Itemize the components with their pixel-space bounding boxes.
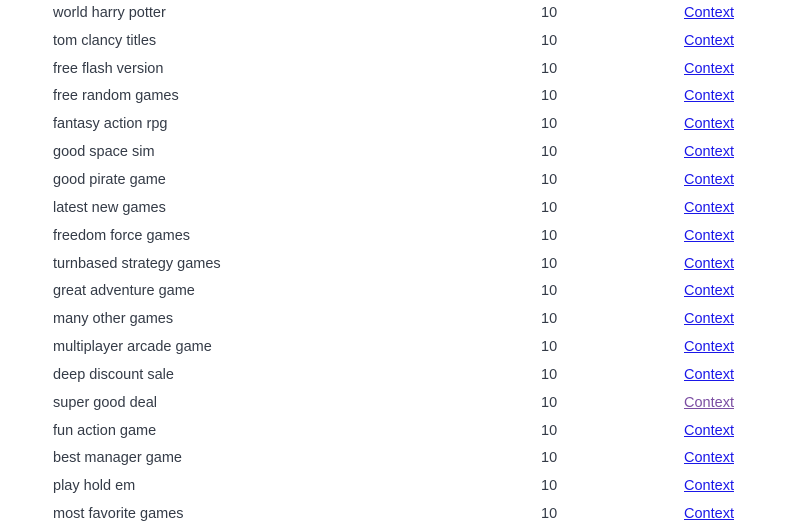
query-term: latest new games	[53, 199, 166, 216]
table-row: world harry potter 10 Context	[0, 0, 800, 28]
table-row: latest new games 10 Context	[0, 195, 800, 223]
query-term: good space sim	[53, 144, 155, 161]
context-link[interactable]: Context	[684, 395, 734, 411]
query-count: 10	[541, 116, 558, 133]
table-row: freedom force games 10 Context	[0, 223, 800, 251]
context-cell: Context	[651, 446, 800, 474]
table-row: deep discount sale 10 Context	[0, 362, 800, 390]
context-cell: Context	[651, 111, 800, 139]
table-row: good pirate game 10 Context	[0, 167, 800, 195]
table-row: most favorite games 10 Context	[0, 501, 800, 529]
query-count: 10	[541, 339, 558, 356]
query-count: 10	[541, 450, 558, 467]
keyword-results-table: world harry potter 10 Context tom clancy ti…	[0, 0, 800, 529]
query-count: 10	[541, 4, 558, 21]
context-cell: Context	[651, 0, 800, 28]
context-link[interactable]: Context	[684, 367, 734, 383]
query-term: multiplayer arcade game	[53, 339, 212, 356]
context-link[interactable]: Context	[684, 5, 734, 21]
query-count: 10	[541, 311, 558, 328]
table-row: best manager game 10 Context	[0, 446, 800, 474]
context-link[interactable]: Context	[684, 311, 734, 327]
table-row: good space sim 10 Context	[0, 139, 800, 167]
context-link[interactable]: Context	[684, 450, 734, 466]
query-count: 10	[541, 394, 558, 411]
context-link[interactable]: Context	[684, 283, 734, 299]
context-link[interactable]: Context	[684, 61, 734, 77]
query-term: free flash version	[53, 60, 164, 77]
table-row: free random games 10 Context	[0, 84, 800, 112]
query-count: 10	[541, 422, 558, 439]
context-cell: Context	[651, 390, 800, 418]
context-cell: Context	[651, 473, 800, 501]
query-count: 10	[541, 32, 558, 49]
context-cell: Context	[651, 362, 800, 390]
keyword-results-body: world harry potter 10 Context tom clancy ti…	[0, 0, 800, 529]
query-count: 10	[541, 478, 558, 495]
query-count: 10	[541, 506, 558, 523]
table-row: tom clancy titles 10 Context	[0, 28, 800, 56]
query-count: 10	[541, 88, 558, 105]
query-term: world harry potter	[53, 4, 166, 21]
context-cell: Context	[651, 139, 800, 167]
query-term: super good deal	[53, 394, 157, 411]
context-link[interactable]: Context	[684, 144, 734, 160]
query-term: best manager game	[53, 450, 182, 467]
query-term: deep discount sale	[53, 366, 174, 383]
context-cell: Context	[651, 28, 800, 56]
context-link[interactable]: Context	[684, 228, 734, 244]
query-term: fantasy action rpg	[53, 116, 168, 133]
query-term: great adventure game	[53, 283, 195, 300]
context-cell: Context	[651, 195, 800, 223]
context-link[interactable]: Context	[684, 88, 734, 105]
context-link[interactable]: Context	[684, 200, 734, 216]
query-count: 10	[541, 227, 558, 244]
context-link[interactable]: Context	[684, 423, 734, 439]
query-term: turnbased strategy games	[53, 255, 221, 272]
query-count: 10	[541, 60, 558, 77]
context-cell: Context	[651, 334, 800, 362]
query-term: tom clancy titles	[53, 32, 157, 49]
query-count: 10	[541, 255, 558, 272]
context-cell: Context	[651, 278, 800, 306]
table-row: multiplayer arcade game 10 Context	[0, 334, 800, 362]
context-link[interactable]: Context	[684, 339, 734, 355]
query-term: play hold em	[53, 478, 136, 495]
query-count: 10	[541, 172, 558, 189]
table-row: turnbased strategy games 10 Context	[0, 251, 800, 279]
query-term: most favorite games	[53, 506, 184, 523]
context-cell: Context	[651, 251, 800, 279]
context-link[interactable]: Context	[684, 33, 734, 49]
context-link[interactable]: Context	[684, 172, 734, 188]
context-cell: Context	[651, 418, 800, 446]
table-row: fantasy action rpg 10 Context	[0, 111, 800, 139]
query-term: many other games	[53, 311, 174, 328]
query-term: freedom force games	[53, 227, 191, 244]
table-row: great adventure game 10 Context	[0, 278, 800, 306]
query-term: good pirate game	[53, 172, 166, 189]
query-count: 10	[541, 199, 558, 216]
table-row: play hold em 10 Context	[0, 473, 800, 501]
context-cell: Context	[651, 167, 800, 195]
table-row: free flash version 10 Context	[0, 56, 800, 84]
context-link[interactable]: Context	[684, 256, 734, 272]
table-row: super good deal 10 Context	[0, 390, 800, 418]
context-cell: Context	[651, 306, 800, 334]
table-row: many other games 10 Context	[0, 306, 800, 334]
context-cell: Context	[651, 223, 800, 251]
query-count: 10	[541, 144, 558, 161]
query-term: fun action game	[53, 422, 157, 439]
context-link[interactable]: Context	[684, 506, 734, 522]
query-count: 10	[541, 283, 558, 300]
context-link[interactable]: Context	[684, 478, 734, 494]
context-cell: Context	[651, 56, 800, 84]
query-count: 10	[541, 366, 558, 383]
context-link[interactable]: Context	[684, 116, 734, 132]
context-cell: Context	[651, 501, 800, 529]
query-term: free random games	[53, 88, 179, 105]
context-cell: Context	[651, 84, 800, 112]
table-row: fun action game 10 Context	[0, 418, 800, 446]
